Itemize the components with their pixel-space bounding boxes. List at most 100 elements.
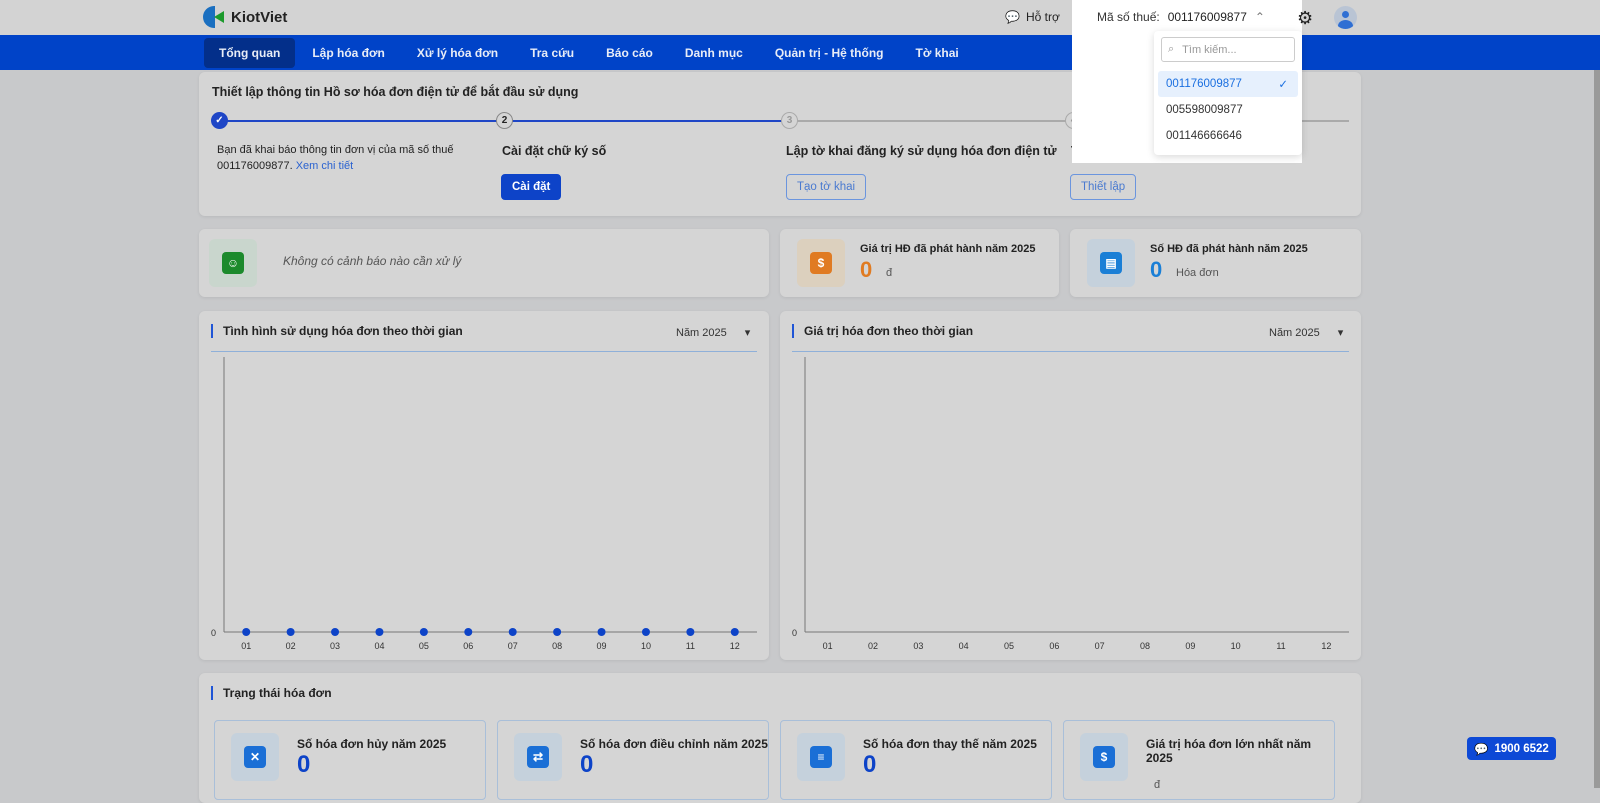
chevron-up-icon: ⌃ xyxy=(1254,10,1265,24)
scrollbar[interactable] xyxy=(1594,70,1600,788)
nav-bao-cao[interactable]: Báo cáo xyxy=(591,38,668,68)
tax-option[interactable]: 001176009877 ✓ xyxy=(1158,71,1298,97)
data-point xyxy=(375,628,384,636)
year-select[interactable]: Năm 2025 ▾ xyxy=(1269,326,1343,339)
x-tick-label: 08 xyxy=(552,641,562,651)
x-tick-label: 09 xyxy=(597,641,607,651)
x-tick-label: 02 xyxy=(286,641,296,651)
value-chart: 0 01 02 03 04 05 06 07 08 09 10 11 12 xyxy=(792,357,1349,651)
status-card-cancelled: ✕ Số hóa đơn hủy năm 2025 0 xyxy=(214,720,486,800)
document-icon: ▤ xyxy=(1100,252,1122,274)
replace-invoice-icon: ≡ xyxy=(797,733,845,781)
x-tick-label: 11 xyxy=(1276,641,1285,651)
x-tick-label: 10 xyxy=(1231,641,1241,651)
step-3-circle: 3 xyxy=(781,112,798,129)
data-point xyxy=(508,628,517,636)
search-icon: ⌕ xyxy=(1168,43,1175,55)
x-tick-label: 06 xyxy=(463,641,473,651)
usage-chart-card: Tình hình sử dụng hóa đơn theo thời gian… xyxy=(199,311,769,660)
data-point xyxy=(597,628,606,636)
x-tick-label: 10 xyxy=(641,641,651,651)
tax-code-select[interactable]: Mã số thuế: 001176009877 ⌃ xyxy=(1097,10,1265,24)
hotline-button[interactable]: 💬 1900 6522 xyxy=(1467,737,1556,760)
status-title: Số hóa đơn hủy năm 2025 xyxy=(297,737,447,751)
x-tick-label: 08 xyxy=(1140,641,1150,651)
user-avatar[interactable] xyxy=(1334,6,1357,29)
nav-xu-ly-hoa-don[interactable]: Xử lý hóa đơn xyxy=(402,38,513,68)
x-tick-label: 01 xyxy=(823,641,833,651)
dollar-icon: $ xyxy=(810,252,832,274)
nav-lap-hoa-don[interactable]: Lập hóa đơn xyxy=(297,38,400,68)
chat-icon: 💬 xyxy=(1005,10,1020,24)
data-point xyxy=(641,628,650,636)
setup-title: Thiết lập thông tin Hồ sơ hóa đơn điện t… xyxy=(212,85,579,99)
top-header: KiotViet 💬 Hỗ trợ xyxy=(0,0,1600,35)
section-title: Trạng thái hóa đơn xyxy=(211,686,332,700)
data-point xyxy=(331,628,340,636)
step-2-title: Cài đặt chữ ký số xyxy=(502,144,607,158)
data-point xyxy=(419,628,428,636)
status-title: Số hóa đơn thay thế năm 2025 xyxy=(863,737,1037,751)
y-tick-label: 0 xyxy=(792,628,797,638)
setup-template-button[interactable]: Thiết lập xyxy=(1070,174,1137,200)
chart-title: Tình hình sử dụng hóa đơn theo thời gian xyxy=(211,324,463,338)
smile-icon: ☺ xyxy=(222,252,244,274)
stat-unit: đ xyxy=(886,267,893,279)
view-detail-link[interactable]: Xem chi tiết xyxy=(296,160,353,172)
stat-title: Giá trị HĐ đã phát hành năm 2025 xyxy=(860,243,1036,255)
x-tick-label: 11 xyxy=(686,641,695,651)
data-point xyxy=(464,628,473,636)
support-button[interactable]: 💬 Hỗ trợ xyxy=(1005,10,1060,24)
check-icon: ✓ xyxy=(1278,79,1288,91)
stat-card-value: $ Giá trị HĐ đã phát hành năm 2025 0 đ xyxy=(780,229,1059,297)
alert-icon-box: ☺ xyxy=(209,239,257,287)
x-tick-label: 03 xyxy=(330,641,340,651)
stat-icon-box: ▤ xyxy=(1087,239,1135,287)
x-tick-label: 02 xyxy=(868,641,878,651)
invoice-money-icon: $ xyxy=(1080,733,1128,781)
nav-tong-quan[interactable]: Tổng quan xyxy=(204,37,296,68)
stat-unit: Hóa đơn xyxy=(1176,267,1219,279)
value-chart-card: Giá trị hóa đơn theo thời gian Năm 2025 ▾… xyxy=(780,311,1361,660)
tax-option[interactable]: 005598009877 xyxy=(1158,97,1298,123)
data-point xyxy=(730,628,739,636)
status-value: 0 xyxy=(297,751,311,778)
tax-label: Mã số thuế: xyxy=(1097,10,1160,24)
search-placeholder: Tìm kiếm... xyxy=(1182,43,1237,56)
chat-icon: 💬 xyxy=(1474,743,1489,756)
settings-gear-icon[interactable]: ⚙ xyxy=(1297,8,1313,29)
alert-card: ☺ Không có cảnh báo nào cần xử lý xyxy=(199,229,769,297)
stat-title: Số HĐ đã phát hành năm 2025 xyxy=(1150,243,1308,255)
tax-search-input[interactable]: ⌕ Tìm kiếm... xyxy=(1161,37,1295,62)
brand-logo[interactable]: KiotViet xyxy=(203,6,287,28)
usage-chart: 0 01 02 03 04 05 06 07 08 09 10 11 12 xyxy=(211,357,757,651)
status-card-max-value: $ Giá trị hóa đơn lớn nhất năm 2025 đ xyxy=(1063,720,1335,800)
install-button[interactable]: Cài đặt xyxy=(501,174,562,200)
x-tick-label: 05 xyxy=(1004,641,1014,651)
x-tick-label: 07 xyxy=(508,641,518,651)
caret-down-icon: ▾ xyxy=(744,327,751,339)
cancel-invoice-icon: ✕ xyxy=(231,733,279,781)
year-select[interactable]: Năm 2025 ▾ xyxy=(676,326,750,339)
data-point xyxy=(242,628,251,636)
status-value: 0 xyxy=(863,751,877,778)
stat-card-count: ▤ Số HĐ đã phát hành năm 2025 0 Hóa đơn xyxy=(1070,229,1361,297)
x-tick-label: 09 xyxy=(1185,641,1195,651)
tax-option[interactable]: 001146666646 xyxy=(1158,123,1298,149)
nav-tra-cuu[interactable]: Tra cứu xyxy=(515,38,589,68)
nav-quan-tri[interactable]: Quản trị - Hệ thống xyxy=(760,38,899,68)
stat-icon-box: $ xyxy=(797,239,845,287)
x-tick-label: 04 xyxy=(374,641,384,651)
status-unit: đ xyxy=(1154,779,1161,791)
status-card-replaced: ≡ Số hóa đơn thay thế năm 2025 0 xyxy=(780,720,1052,800)
x-tick-label: 12 xyxy=(1321,641,1331,651)
year-value: Năm 2025 xyxy=(676,327,727,339)
option-label: 001176009877 xyxy=(1166,78,1242,90)
nav-danh-muc[interactable]: Danh mục xyxy=(670,38,758,68)
nav-to-khai[interactable]: Tờ khai xyxy=(901,38,974,68)
x-tick-label: 01 xyxy=(241,641,251,651)
status-title: Giá trị hóa đơn lớn nhất năm 2025 xyxy=(1146,737,1312,765)
create-declaration-button[interactable]: Tạo tờ khai xyxy=(786,174,867,200)
option-label: 005598009877 xyxy=(1166,104,1243,116)
y-tick-label: 0 xyxy=(211,628,216,638)
